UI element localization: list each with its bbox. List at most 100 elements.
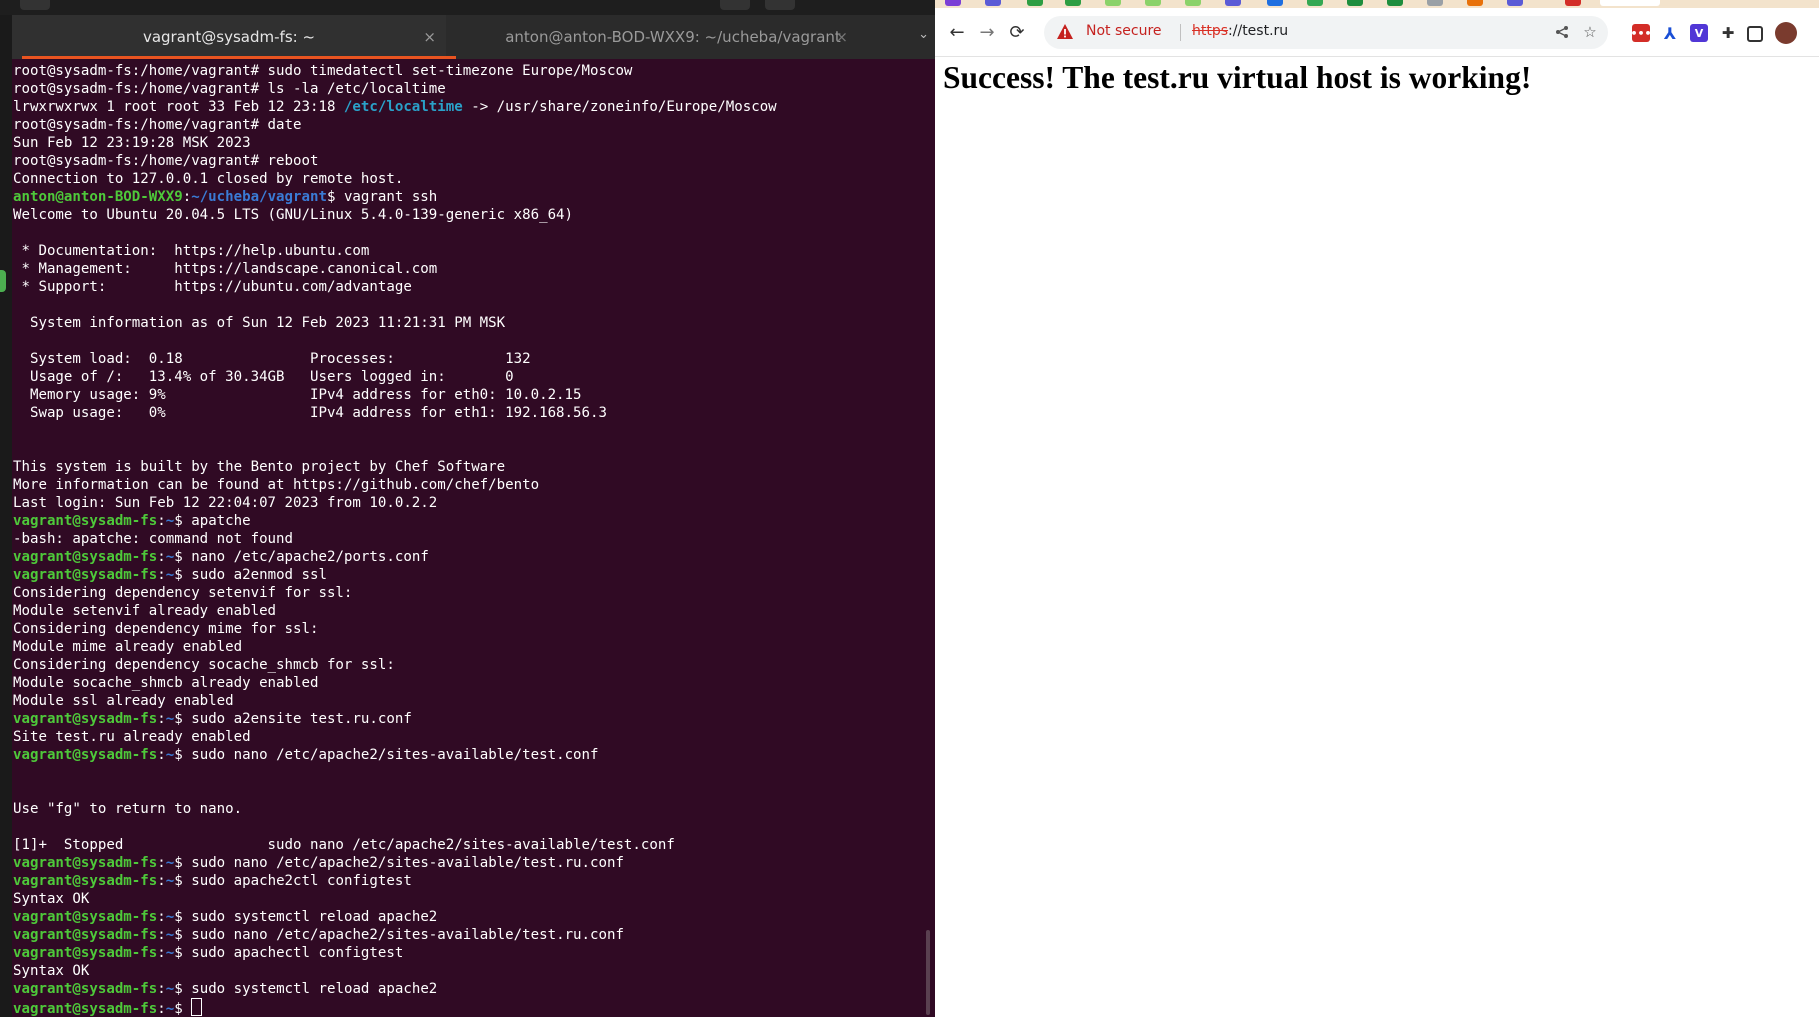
prompt-user: vagrant@sysadm-fs <box>13 549 158 565</box>
terminal-line: vagrant@sysadm-fs:~$ sudo apache2ctl con… <box>13 872 923 890</box>
prompt-path: ~ <box>165 513 175 529</box>
terminal-tab[interactable]: anton@anton-BOD-WXX9: ~/ucheba/vagrant × <box>458 15 888 59</box>
window-button[interactable] <box>765 0 795 10</box>
prompt-colon: : <box>157 513 166 529</box>
profile-avatar[interactable] <box>1775 22 1797 44</box>
terminal-line: Last login: Sun Feb 12 22:04:07 2023 fro… <box>13 494 923 512</box>
tab-favicon[interactable] <box>1507 0 1523 6</box>
output-text: Sun Feb 12 23:19:28 MSK 2023 <box>13 135 251 151</box>
terminal-tab-active[interactable]: vagrant@sysadm-fs: ~ × <box>12 15 446 59</box>
output-text: Connection to 127.0.0.1 closed by remote… <box>13 171 404 187</box>
output-text: Syntax OK <box>13 891 90 907</box>
output-text: Considering dependency socache_shmcb for… <box>13 657 395 673</box>
terminal-line: vagrant@sysadm-fs:~$ sudo nano /etc/apac… <box>13 746 923 764</box>
chevron-down-icon[interactable]: ⌄ <box>918 27 929 42</box>
share-icon[interactable] <box>1552 22 1572 42</box>
terminal-window: vagrant@sysadm-fs: ~ × anton@anton-BOD-W… <box>0 0 935 1017</box>
prompt-colon: : <box>157 549 166 565</box>
bitwarden-icon[interactable]: V <box>1690 24 1708 42</box>
tab-favicon[interactable] <box>1387 0 1403 6</box>
terminal-line: root@sysadm-fs:/home/vagrant# sudo timed… <box>13 62 923 80</box>
window-button[interactable] <box>20 0 50 10</box>
tab-favicon[interactable] <box>1185 0 1201 6</box>
top-panel <box>0 0 935 15</box>
output-text: Module mime already enabled <box>13 639 243 655</box>
tab-favicon[interactable] <box>945 0 961 6</box>
sidebar-icon[interactable] <box>1747 26 1763 42</box>
close-icon[interactable]: × <box>835 28 848 46</box>
prompt-colon: : <box>157 909 166 925</box>
prompt-colon: : <box>157 567 166 583</box>
symlink-name: /etc/localtime <box>343 99 463 115</box>
command-text: $ sudo apache2ctl configtest <box>174 873 412 889</box>
terminal-line: Module ssl already enabled <box>13 692 923 710</box>
command-text: $ sudo nano /etc/apache2/sites-available… <box>174 855 624 871</box>
prompt-user: vagrant@sysadm-fs <box>13 909 158 925</box>
terminal-line: Module socache_shmcb already enabled <box>13 674 923 692</box>
command-text: $ sudo nano /etc/apache2/sites-available… <box>174 747 599 763</box>
output-text: More information can be found at https:/… <box>13 477 540 493</box>
terminal-line: root@sysadm-fs:/home/vagrant# ls -la /et… <box>13 80 923 98</box>
tab-favicon[interactable] <box>1427 0 1443 6</box>
tab-favicon[interactable] <box>1145 0 1161 6</box>
output-text: Considering dependency setenvif for ssl: <box>13 585 353 601</box>
terminal-output[interactable]: root@sysadm-fs:/home/vagrant# sudo timed… <box>13 62 923 1017</box>
web-page-content: Success! The test.ru virtual host is wor… <box>943 56 1803 96</box>
terminal-line: Swap usage: 0% IPv4 address for eth1: 19… <box>13 404 923 422</box>
tab-favicon[interactable] <box>1225 0 1241 6</box>
url-text[interactable]: https://test.ru <box>1192 23 1288 39</box>
tab-favicon[interactable] <box>1065 0 1081 6</box>
terminal-line: System load: 0.18 Processes: 132 <box>13 350 923 368</box>
output-text: lrwxrwxrwx 1 root root 33 Feb 12 23:18 <box>13 99 344 115</box>
tab-favicon[interactable] <box>1105 0 1121 6</box>
prompt-user: vagrant@sysadm-fs <box>13 567 158 583</box>
window-button[interactable] <box>720 0 750 10</box>
terminal-line: Welcome to Ubuntu 20.04.5 LTS (GNU/Linux… <box>13 206 923 224</box>
prompt-user: vagrant@sysadm-fs <box>13 927 158 943</box>
prompt-user: vagrant@sysadm-fs <box>13 711 158 727</box>
output-text: Site test.ru already enabled <box>13 729 251 745</box>
not-secure-label[interactable]: Not secure <box>1086 23 1162 39</box>
terminal-line: vagrant@sysadm-fs:~$ sudo apachectl conf… <box>13 944 923 962</box>
prompt-path: ~ <box>165 981 175 997</box>
tab-favicon[interactable] <box>1027 0 1043 6</box>
puzzle-icon[interactable]: ✚ <box>1719 24 1737 42</box>
command-text: $ sudo systemctl reload apache2 <box>174 981 438 997</box>
scrollbar[interactable] <box>926 930 930 1015</box>
command-text: $ <box>174 1001 192 1017</box>
output-text: System information as of Sun 12 Feb 2023… <box>13 315 506 331</box>
command-text: $ sudo nano /etc/apache2/sites-available… <box>174 927 624 943</box>
browser-tab-strip[interactable] <box>935 0 1819 8</box>
dock-edge <box>0 15 12 1017</box>
star-icon[interactable]: ☆ <box>1580 22 1600 42</box>
prompt-path: ~ <box>165 873 175 889</box>
output-text: root@sysadm-fs:/home/vagrant# ls -la /et… <box>13 81 446 97</box>
tab-favicon[interactable] <box>1307 0 1323 6</box>
terminal-line: -bash: apatche: command not found <box>13 530 923 548</box>
tab-favicon[interactable] <box>1347 0 1363 6</box>
tab-favicon[interactable] <box>1467 0 1483 6</box>
prompt-user: vagrant@sysadm-fs <box>13 981 158 997</box>
terminal-line: More information can be found at https:/… <box>13 476 923 494</box>
warning-icon[interactable] <box>1056 23 1074 41</box>
active-tab[interactable] <box>1600 0 1660 6</box>
terminal-line: Site test.ru already enabled <box>13 728 923 746</box>
reload-icon[interactable]: ⟳ <box>1005 20 1029 44</box>
text-cursor[interactable] <box>191 998 203 1016</box>
tab-favicon[interactable] <box>985 0 1001 6</box>
forward-arrow-icon[interactable]: → <box>975 20 999 44</box>
close-icon[interactable]: × <box>423 28 436 46</box>
prompt-colon: : <box>157 981 166 997</box>
tab-favicon[interactable] <box>1565 0 1581 6</box>
tab-favicon[interactable] <box>1267 0 1283 6</box>
prompt-colon: : <box>157 1001 166 1017</box>
lastpass-icon[interactable]: ••• <box>1630 24 1652 42</box>
translate-icon[interactable]: ⅄ <box>1661 24 1679 43</box>
output-text: root@sysadm-fs:/home/vagrant# sudo timed… <box>13 63 633 79</box>
active-indicator <box>0 270 6 292</box>
address-bar[interactable]: Not secure https://test.ru ☆ <box>1044 16 1608 49</box>
prompt-user: anton@anton-BOD-WXX9 <box>13 189 183 205</box>
back-arrow-icon[interactable]: ← <box>945 20 969 44</box>
